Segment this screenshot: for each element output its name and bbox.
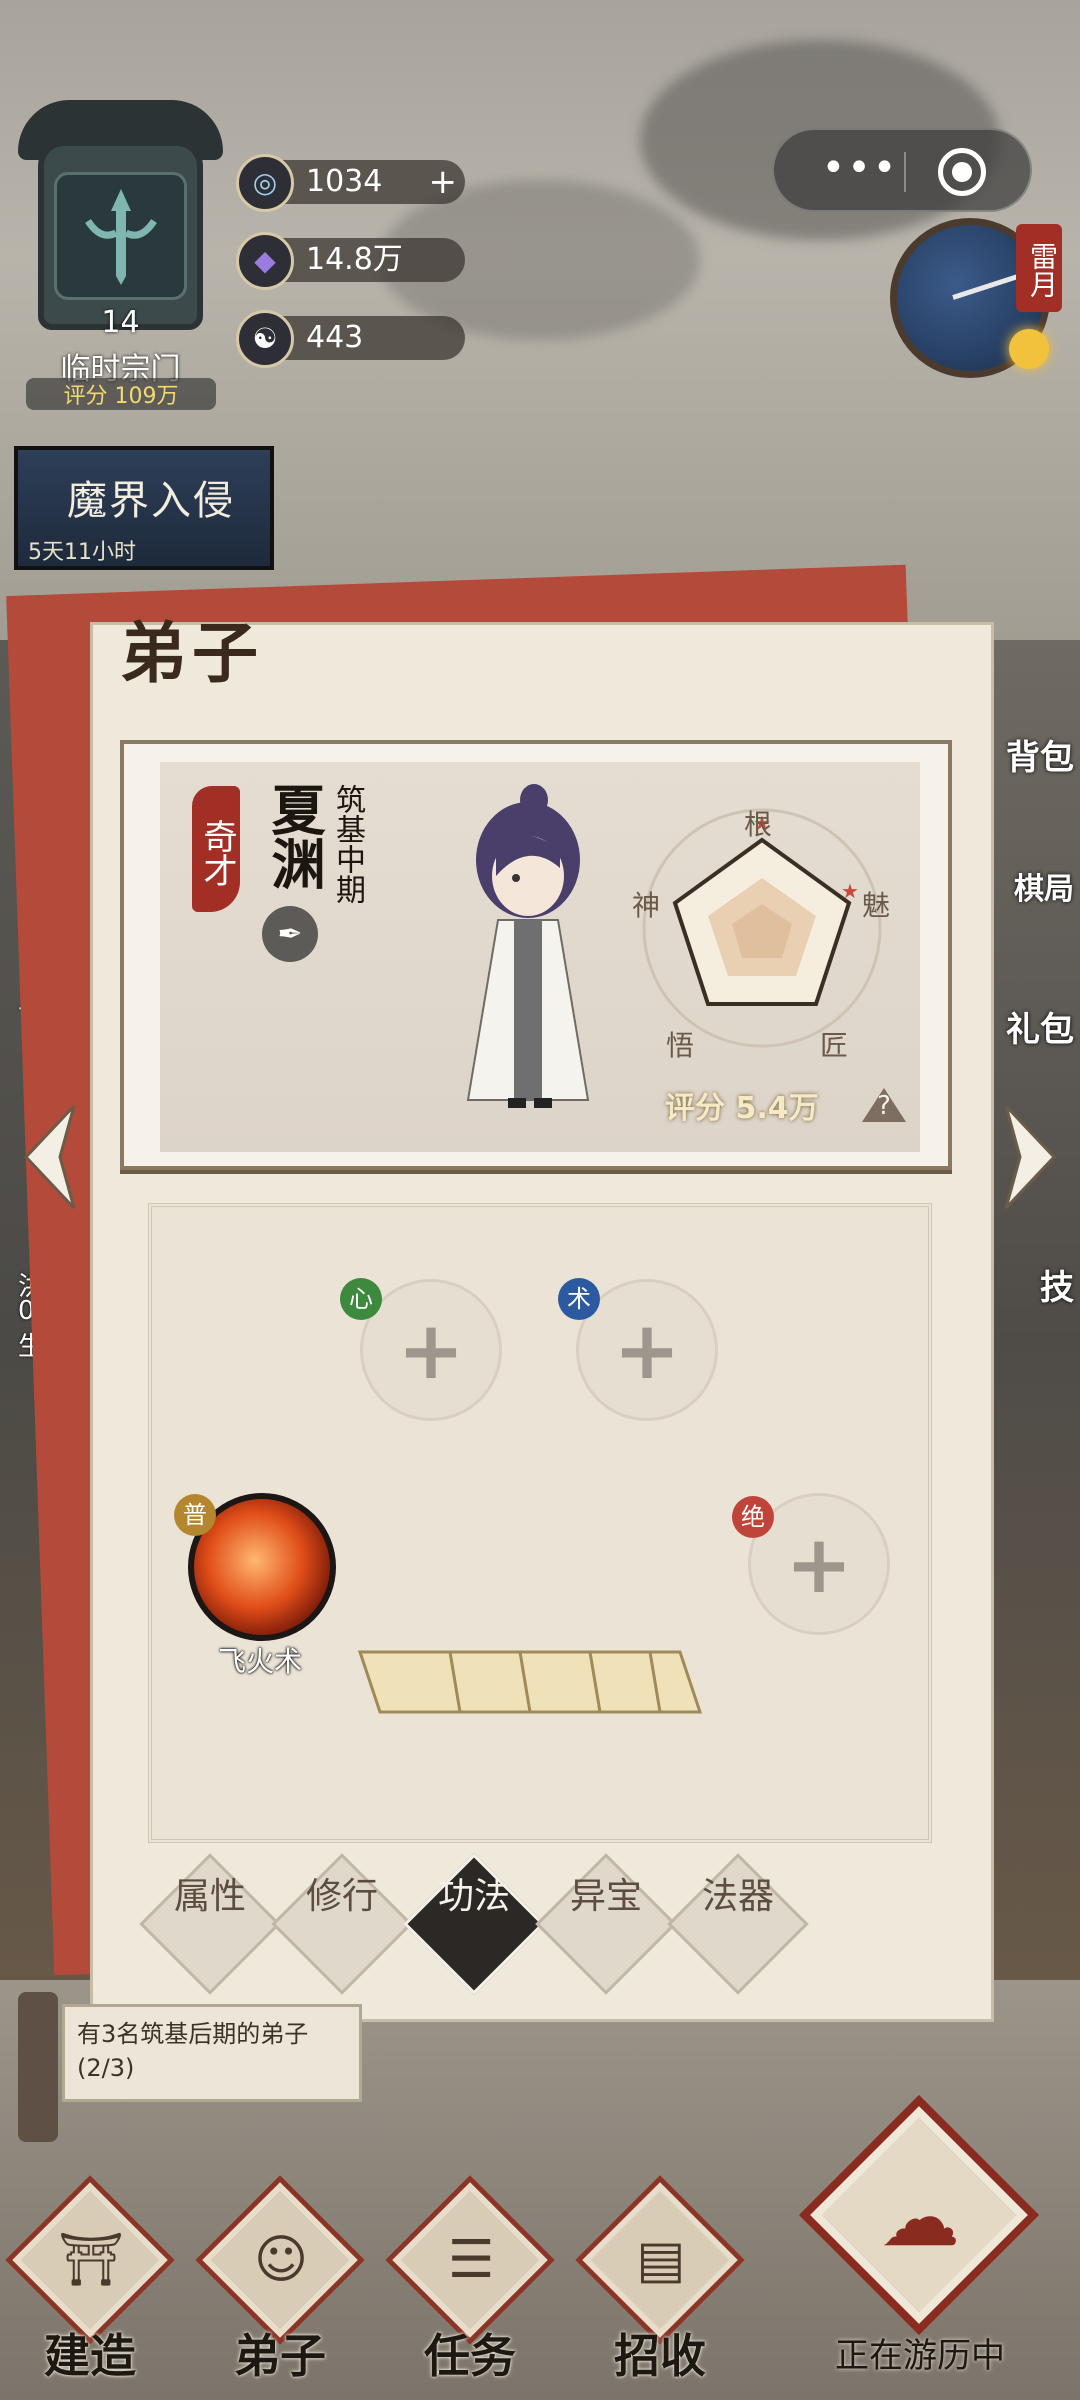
sect-emblem[interactable]: 14 临时宗门 评分 109万 bbox=[18, 100, 223, 410]
quest-text: 有3名筑基后期的弟子(2/3) bbox=[62, 2004, 362, 2102]
crystal-icon: ◆ bbox=[236, 232, 294, 290]
character-realm: 筑基中期 bbox=[330, 784, 365, 904]
nav-task-label: 任务 bbox=[424, 2329, 516, 2383]
edge-right-label: 技 bbox=[1040, 1268, 1074, 1308]
character-figure bbox=[466, 784, 590, 1108]
fire-skill-label: 飞火术 bbox=[217, 1645, 302, 1678]
character-name: 夏渊 bbox=[262, 782, 326, 890]
edge-right-label: 棋局 bbox=[1014, 872, 1074, 907]
resource-yin-yang[interactable]: ☯ 443 bbox=[236, 310, 465, 368]
nav-recruit-button[interactable]: ▤ 招收 bbox=[570, 2175, 750, 2400]
quest-scroll-handle bbox=[18, 1992, 58, 2142]
weather-tag: 雷月 bbox=[1016, 224, 1062, 312]
tab-treasures-label: 异宝 bbox=[569, 1876, 642, 1917]
scroll-decoration bbox=[357, 1650, 703, 1714]
panel-title: 弟子 bbox=[120, 614, 264, 692]
event-banner[interactable]: 魔界入侵 5天11小时 bbox=[14, 446, 274, 570]
radar-label-root: 根 bbox=[744, 808, 773, 841]
tab-attributes-label: 属性 bbox=[173, 1876, 246, 1917]
disciple-icon: ☺ bbox=[253, 2230, 309, 2290]
travel-label: 正在游历中 bbox=[835, 2336, 1005, 2376]
sect-score: 评分 109万 bbox=[26, 378, 216, 410]
mini-program-capsule: ••• bbox=[772, 128, 1032, 212]
nav-build-button[interactable]: ⛩ 建造 bbox=[0, 2175, 180, 2400]
resource-crystal-value: 14.8万 bbox=[306, 242, 403, 277]
sun-icon bbox=[1009, 329, 1049, 369]
nav-recruit-label: 招收 bbox=[614, 2329, 706, 2383]
tab-artifacts-label: 法器 bbox=[701, 1876, 774, 1917]
radar-label-insight: 悟 bbox=[666, 1029, 695, 1062]
art-tag: 术 bbox=[558, 1278, 600, 1320]
quest-tracker[interactable]: 有3名筑基后期的弟子(2/3) bbox=[18, 1984, 362, 2142]
capsule-divider bbox=[904, 152, 906, 192]
more-dots-icon[interactable]: ••• bbox=[810, 142, 910, 202]
radar-label-spirit: 神 bbox=[632, 889, 661, 922]
next-disciple-arrow-icon[interactable] bbox=[1002, 1102, 1058, 1212]
svg-text:★: ★ bbox=[841, 879, 859, 903]
resource-spirit-stone-value: 1034 bbox=[306, 164, 383, 199]
nav-build-label: 建造 bbox=[44, 2329, 136, 2383]
nav-disciple-label: 弟子 bbox=[234, 2329, 326, 2383]
character-score: 评分 5.4万 bbox=[665, 1091, 819, 1126]
nav-task-button[interactable]: ☰ 任务 bbox=[380, 2175, 560, 2400]
spirit-stone-icon: ◎ bbox=[236, 154, 294, 212]
ultimate-tag: 绝 bbox=[732, 1496, 774, 1538]
brush-rename-icon[interactable]: ✒ bbox=[262, 906, 318, 962]
edge-right-label: 背包 bbox=[1006, 738, 1074, 778]
yin-yang-icon: ☯ bbox=[236, 310, 294, 368]
common-tag: 普 bbox=[174, 1494, 216, 1536]
recruit-card-icon: ▤ bbox=[636, 2230, 686, 2290]
tab-techniques-label: 功法 bbox=[437, 1876, 510, 1917]
prev-disciple-arrow-icon[interactable] bbox=[22, 1102, 78, 1212]
travel-cloud-icon: ☁ bbox=[880, 2171, 960, 2264]
event-countdown: 5天11小时 bbox=[28, 540, 136, 565]
nav-disciple-button[interactable]: ☺ 弟子 bbox=[190, 2175, 370, 2400]
add-plus-icon[interactable]: + bbox=[429, 162, 458, 202]
talent-badge: 奇才 bbox=[192, 786, 240, 912]
edge-right-label: 礼包 bbox=[1006, 1010, 1074, 1050]
travel-button[interactable]: ☁ 正在游历中 bbox=[798, 2094, 1040, 2400]
resource-crystal[interactable]: ◆ 14.8万 bbox=[236, 232, 465, 290]
build-icon: ⛩ bbox=[57, 2230, 124, 2290]
resource-spirit-stone[interactable]: ◎ 1034 + bbox=[236, 154, 465, 212]
task-scroll-icon: ☰ bbox=[447, 2230, 495, 2290]
heart-tag: 心 bbox=[340, 1278, 382, 1320]
radar-label-craft: 匠 bbox=[820, 1029, 849, 1062]
close-target-icon[interactable] bbox=[938, 148, 986, 196]
event-title: 魔界入侵 bbox=[67, 478, 235, 524]
sword-emblem-icon bbox=[54, 172, 187, 300]
radar-label-charm: 魅 bbox=[862, 889, 891, 922]
tab-cultivation-label: 修行 bbox=[305, 1876, 378, 1917]
resource-yin-yang-value: 443 bbox=[306, 320, 364, 355]
background-town-right bbox=[980, 640, 1080, 2040]
sect-level: 14 bbox=[101, 305, 140, 340]
